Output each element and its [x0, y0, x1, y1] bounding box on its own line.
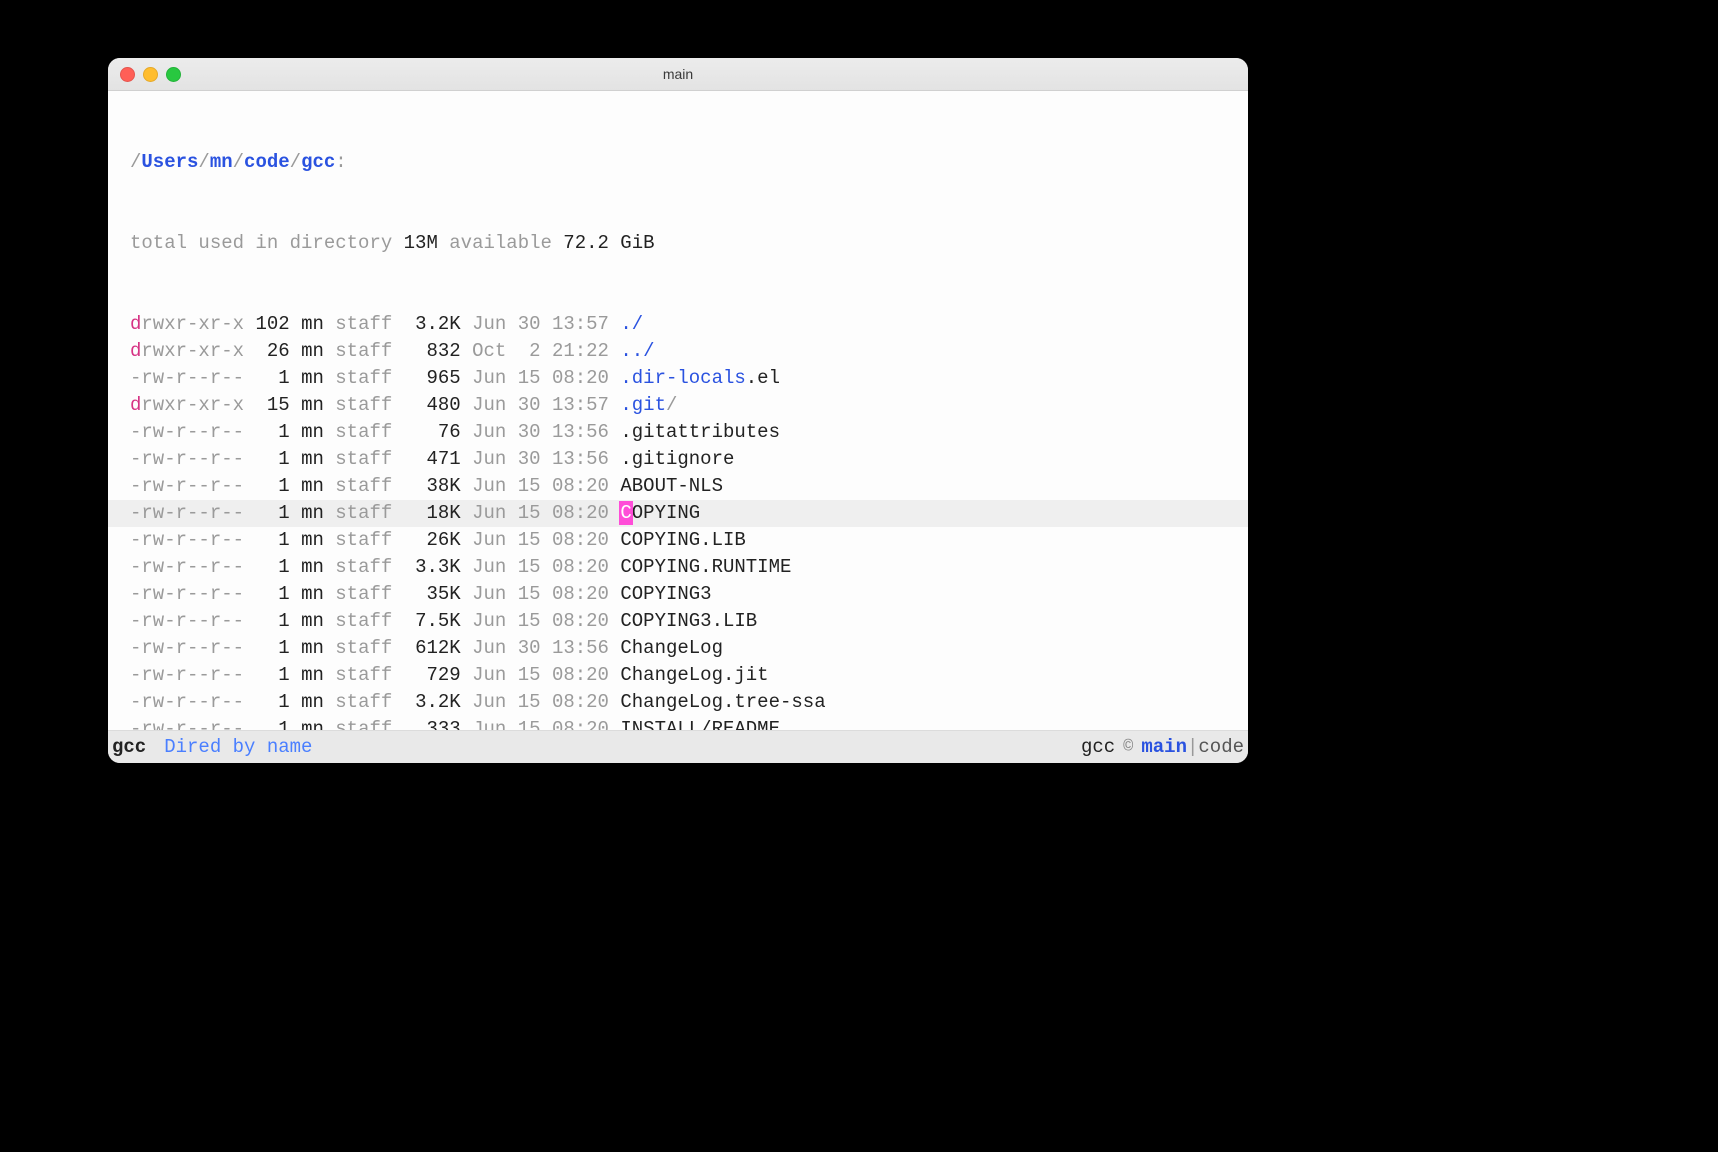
dired-path-line: /Users/mn/code/gcc: [108, 149, 1248, 176]
close-icon[interactable] [120, 67, 135, 82]
dired-row[interactable]: -rw-r--r-- 1 mn staff 3.3K Jun 15 08:20 … [108, 554, 1248, 581]
traffic-lights [120, 67, 181, 82]
dired-row[interactable]: -rw-r--r-- 1 mn staff 26K Jun 15 08:20 C… [108, 527, 1248, 554]
modeline-mode: Dired by name [164, 736, 312, 758]
dired-row[interactable]: -rw-r--r-- 1 mn staff 333 Jun 15 08:20 I… [108, 716, 1248, 730]
window-title: main [108, 66, 1248, 82]
vc-icon: © [1123, 738, 1133, 757]
dired-summary-line: total used in directory 13M available 72… [108, 230, 1248, 257]
modeline-buffer-name: gcc [112, 736, 146, 758]
dired-row[interactable]: -rw-r--r-- 1 mn staff 18K Jun 15 08:20 C… [108, 500, 1248, 527]
modeline-vc: gcc © main|code [1081, 736, 1244, 758]
dired-row[interactable]: -rw-r--r-- 1 mn staff 471 Jun 30 13:56 .… [108, 446, 1248, 473]
modeline[interactable]: gcc Dired by name gcc © main|code [108, 730, 1248, 763]
cursor: C [620, 502, 631, 524]
dired-row[interactable]: -rw-r--r-- 1 mn staff 38K Jun 15 08:20 A… [108, 473, 1248, 500]
emacs-window: main /Users/mn/code/gcc: total used in d… [108, 58, 1248, 763]
dired-row[interactable]: -rw-r--r-- 1 mn staff 35K Jun 15 08:20 C… [108, 581, 1248, 608]
dired-row[interactable]: -rw-r--r-- 1 mn staff 76 Jun 30 13:56 .g… [108, 419, 1248, 446]
minimize-icon[interactable] [143, 67, 158, 82]
dired-row[interactable]: drwxr-xr-x 102 mn staff 3.2K Jun 30 13:5… [108, 311, 1248, 338]
dired-row[interactable]: -rw-r--r-- 1 mn staff 7.5K Jun 15 08:20 … [108, 608, 1248, 635]
dired-row[interactable]: -rw-r--r-- 1 mn staff 612K Jun 30 13:56 … [108, 635, 1248, 662]
dired-row[interactable]: -rw-r--r-- 1 mn staff 729 Jun 15 08:20 C… [108, 662, 1248, 689]
titlebar[interactable]: main [108, 58, 1248, 91]
dired-row[interactable]: drwxr-xr-x 15 mn staff 480 Jun 30 13:57 … [108, 392, 1248, 419]
dired-row[interactable]: -rw-r--r-- 1 mn staff 3.2K Jun 15 08:20 … [108, 689, 1248, 716]
dired-row[interactable]: drwxr-xr-x 26 mn staff 832 Oct 2 21:22 .… [108, 338, 1248, 365]
dired-buffer[interactable]: /Users/mn/code/gcc: total used in direct… [108, 91, 1248, 730]
dired-row[interactable]: -rw-r--r-- 1 mn staff 965 Jun 15 08:20 .… [108, 365, 1248, 392]
zoom-icon[interactable] [166, 67, 181, 82]
